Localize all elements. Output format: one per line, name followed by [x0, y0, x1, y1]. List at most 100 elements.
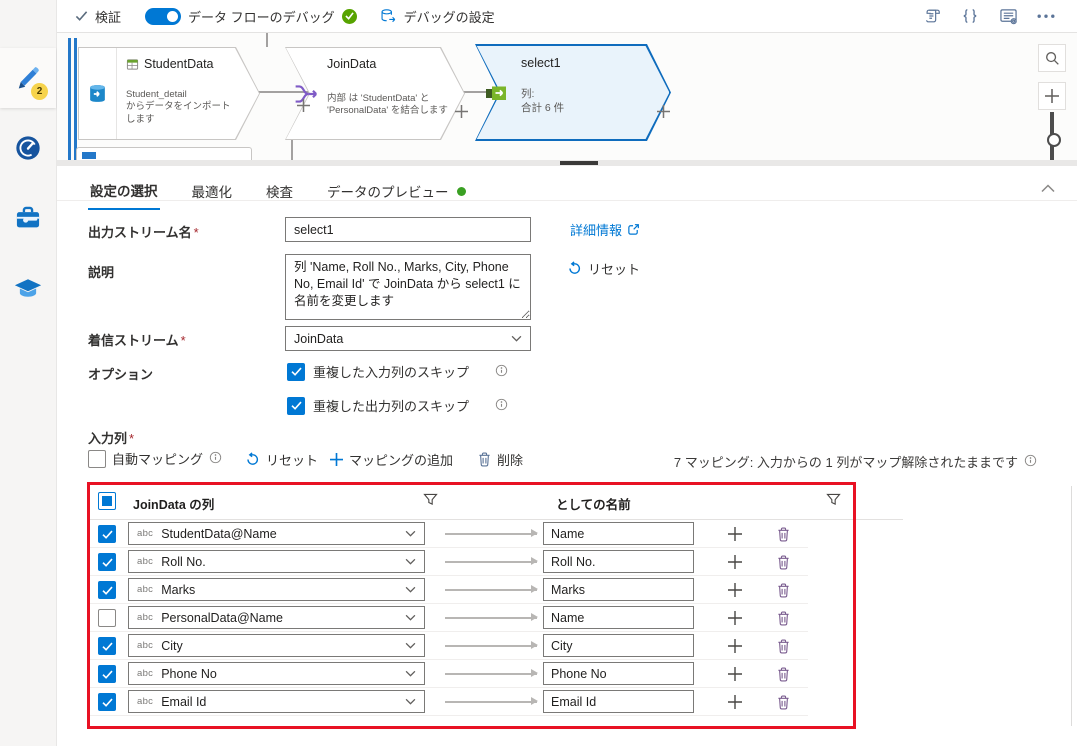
node-description: 内部 は 'StudentData' と 'PersonalData' を結合し… [327, 93, 455, 118]
mapping-name-input[interactable] [543, 690, 694, 713]
mapping-source-dropdown[interactable]: abc Phone No [128, 662, 425, 685]
add-column-row-button[interactable] [724, 580, 746, 600]
dataset-mini-icon [126, 58, 139, 71]
mapping-source-dropdown[interactable]: abc Marks [128, 578, 425, 601]
select-all-checkbox[interactable] [98, 492, 116, 510]
panel-resize-handle[interactable] [560, 161, 598, 165]
delete-mapping-button[interactable]: 削除 [478, 450, 523, 469]
mapping-arrow [445, 589, 537, 591]
delete-column-row-button[interactable] [772, 524, 794, 544]
add-node-button[interactable] [657, 105, 670, 123]
add-column-row-button[interactable] [724, 608, 746, 628]
settings-list-button[interactable] [997, 6, 1019, 26]
mapping-table: JoinData の列 としての名前 abc StudentData@Name [90, 482, 903, 716]
delete-column-row-button[interactable] [772, 580, 794, 600]
reset-mappings-button[interactable]: リセット [245, 450, 318, 469]
reset-description-button[interactable]: リセット [567, 259, 640, 278]
validate-button[interactable]: 検証 [75, 7, 121, 26]
mapping-arrow [445, 645, 537, 647]
gauge-icon [14, 134, 42, 162]
incoming-stream-dropdown[interactable]: JoinData [285, 326, 531, 351]
row-checkbox[interactable] [98, 581, 116, 599]
sidebar-item-monitor[interactable] [0, 118, 56, 178]
node-join-joindata[interactable]: JoinData 内部 は 'StudentData' と 'PersonalD… [285, 47, 465, 140]
plus-icon [728, 667, 742, 681]
mapping-source-dropdown[interactable]: abc PersonalData@Name [128, 606, 425, 629]
code-button[interactable] [959, 6, 981, 26]
mapping-name-input[interactable] [543, 522, 694, 545]
toolbar-right-icons [921, 6, 1077, 26]
column-type-label: abc [137, 696, 153, 707]
add-column-row-button[interactable] [724, 552, 746, 572]
mapping-name-input[interactable] [543, 550, 694, 573]
input-columns-label: 入力列* [88, 428, 134, 447]
auto-mapping-checkbox[interactable] [88, 450, 106, 468]
debug-toggle[interactable] [145, 8, 181, 25]
skip-input-checkbox[interactable] [287, 363, 305, 381]
tab-data-preview[interactable]: データのプレビュー [325, 174, 468, 210]
mapping-name-input[interactable] [543, 578, 694, 601]
add-node-button[interactable] [455, 105, 468, 123]
row-checkbox[interactable] [98, 553, 116, 571]
mapping-arrow [445, 561, 537, 563]
info-icon[interactable] [495, 398, 508, 414]
mapping-source-dropdown[interactable]: abc Email Id [128, 690, 425, 713]
add-column-row-button[interactable] [724, 692, 746, 712]
sidebar-item-author[interactable]: 2 [0, 48, 56, 108]
row-checkbox[interactable] [98, 609, 116, 627]
filter-name-button[interactable] [826, 493, 841, 511]
output-stream-input[interactable] [285, 217, 531, 242]
row-checkbox[interactable] [98, 665, 116, 683]
list-settings-icon [999, 8, 1018, 25]
canvas-zoom-in-button[interactable] [1038, 82, 1066, 110]
add-node-button[interactable] [297, 99, 310, 117]
details-link[interactable]: 詳細情報 [570, 220, 640, 239]
node-select-select1[interactable]: select1 列: 合計 6 件 [475, 44, 671, 141]
mapping-name-input[interactable] [543, 606, 694, 629]
sidebar-item-manage[interactable] [0, 188, 56, 248]
dataflow-canvas[interactable]: StudentData Student_detail からデータをインポートしま… [57, 33, 1077, 160]
mapping-source-dropdown[interactable]: abc City [128, 634, 425, 657]
mapping-name-input[interactable] [543, 634, 694, 657]
left-nav: 2 [0, 0, 57, 746]
description-textarea[interactable]: 列 'Name, Roll No., Marks, City, Phone No… [285, 254, 531, 320]
plus-icon [728, 555, 742, 569]
collapse-panel-button[interactable] [1041, 180, 1055, 198]
debug-settings-button[interactable]: デバッグの設定 [379, 7, 495, 26]
mapping-source-dropdown[interactable]: abc Roll No. [128, 550, 425, 573]
delete-column-row-button[interactable] [772, 636, 794, 656]
skip-output-checkbox[interactable] [287, 397, 305, 415]
tab-inspect[interactable]: 検査 [264, 174, 295, 210]
add-column-row-button[interactable] [724, 664, 746, 684]
row-checkbox[interactable] [98, 637, 116, 655]
canvas-search-button[interactable] [1038, 44, 1066, 72]
debug-ready-icon [342, 9, 357, 24]
info-icon[interactable] [495, 364, 508, 380]
tab-optimize[interactable]: 最適化 [190, 174, 235, 210]
delete-column-row-button[interactable] [772, 692, 794, 712]
row-checkbox[interactable] [98, 693, 116, 711]
add-mapping-button[interactable]: マッピングの追加 [330, 450, 453, 469]
row-checkbox[interactable] [98, 525, 116, 543]
node-partial-bottom[interactable] [76, 147, 252, 160]
mapping-source-dropdown[interactable]: abc StudentData@Name [128, 522, 425, 545]
mapping-rows: abc StudentData@Name abc Roll No. [90, 520, 903, 716]
delete-column-row-button[interactable] [772, 608, 794, 628]
script-button[interactable] [921, 6, 943, 26]
zoom-slider-knob[interactable] [1047, 133, 1061, 147]
node-source-studentdata[interactable]: StudentData Student_detail からデータをインポートしま… [78, 47, 260, 140]
source-icon-fragment [82, 152, 96, 159]
tabs-underline [57, 200, 1077, 201]
info-icon[interactable] [1024, 454, 1037, 470]
sidebar-item-learn[interactable] [0, 258, 56, 318]
delete-column-row-button[interactable] [772, 552, 794, 572]
filter-source-button[interactable] [423, 493, 438, 511]
info-icon[interactable] [209, 451, 222, 467]
reset-icon [245, 452, 260, 467]
add-column-row-button[interactable] [724, 636, 746, 656]
delete-column-row-button[interactable] [772, 664, 794, 684]
tab-select-settings[interactable]: 設定の選択 [88, 174, 160, 210]
more-options-button[interactable] [1035, 6, 1057, 26]
add-column-row-button[interactable] [724, 524, 746, 544]
mapping-name-input[interactable] [543, 662, 694, 685]
